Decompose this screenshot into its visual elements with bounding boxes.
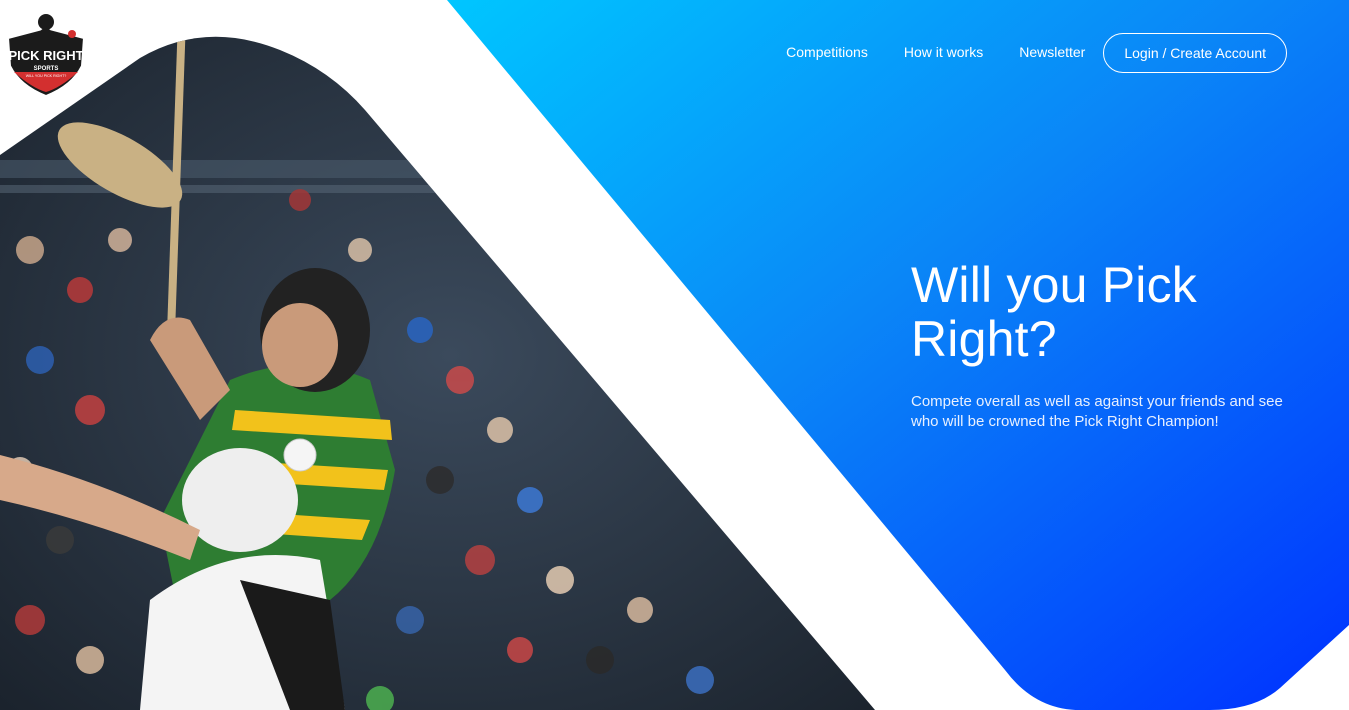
login-create-account-button[interactable]: Login / Create Account	[1103, 32, 1287, 73]
logo-text: PICK RIGHT	[8, 48, 83, 63]
nav-competitions[interactable]: Competitions	[786, 31, 868, 74]
nav-newsletter[interactable]: Newsletter	[1019, 31, 1085, 74]
logo-subtext: SPORTS	[34, 66, 59, 72]
nav-how-it-works[interactable]: How it works	[904, 31, 983, 74]
hero-title: Will you Pick Right?	[911, 257, 1197, 367]
main-nav: Competitions How it works Newsletter Log…	[786, 31, 1287, 74]
hero-subtitle: Compete overall as well as against your …	[911, 393, 1283, 430]
logo-tagline: WILL YOU PICK RIGHT?	[26, 74, 67, 78]
hero-content: Will you Pick Right? Compete overall as …	[911, 258, 1321, 432]
pick-right-logo[interactable]: PICK RIGHT SPORTS WILL YOU PICK RIGHT?	[2, 8, 90, 98]
page: PICK RIGHT SPORTS WILL YOU PICK RIGHT? C…	[0, 0, 1349, 710]
